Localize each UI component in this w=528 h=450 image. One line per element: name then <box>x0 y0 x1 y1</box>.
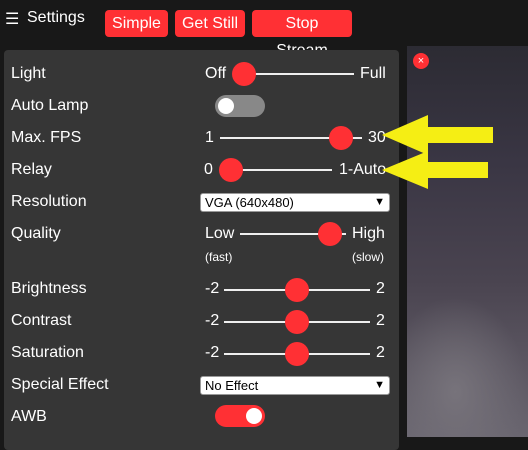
saturation-slider-thumb[interactable] <box>285 342 309 366</box>
max-fps-slider-thumb[interactable] <box>328 126 353 150</box>
chevron-down-icon: ▼ <box>374 379 385 391</box>
quality-slider-thumb[interactable] <box>318 222 342 246</box>
light-max-label: Full <box>360 65 386 82</box>
relay-slider-thumb[interactable] <box>219 158 243 182</box>
light-min-label: Off <box>205 65 227 82</box>
max-fps-max-label: 30 <box>368 129 386 146</box>
awb-toggle-knob <box>246 408 262 424</box>
max-fps-min-label: 1 <box>205 129 214 146</box>
max-fps-label: Max. FPS <box>11 129 82 146</box>
awb-toggle[interactable] <box>215 405 265 427</box>
relay-min-label: 0 <box>204 161 213 178</box>
resolution-select[interactable]: VGA (640x480) ▼ <box>200 193 390 212</box>
quality-label: Quality <box>11 225 61 242</box>
brightness-min-label: -2 <box>205 280 220 297</box>
quality-max-label: High <box>352 225 385 242</box>
resolution-label: Resolution <box>11 193 87 210</box>
relay-label: Relay <box>11 161 52 178</box>
saturation-min-label: -2 <box>205 344 220 361</box>
relay-max-label: 1-Auto <box>339 161 387 178</box>
menu-icon[interactable]: ☰ <box>5 9 19 29</box>
auto-lamp-toggle[interactable] <box>215 95 265 117</box>
stream-shading <box>407 296 528 437</box>
saturation-max-label: 2 <box>376 344 385 361</box>
stop-stream-button[interactable]: Stop Stream <box>252 10 352 59</box>
special-effect-select[interactable]: No Effect ▼ <box>200 376 390 395</box>
contrast-slider-thumb[interactable] <box>285 310 309 334</box>
settings-toggle-label[interactable]: Settings <box>27 9 85 27</box>
awb-label: AWB <box>11 408 47 425</box>
saturation-label: Saturation <box>11 344 84 361</box>
special-effect-select-value: No Effect <box>205 378 259 393</box>
light-label: Light <box>11 65 46 82</box>
quality-max-note: (slow) <box>352 250 384 264</box>
video-stream <box>407 46 528 437</box>
special-effect-label: Special Effect <box>11 376 109 393</box>
light-slider-thumb[interactable] <box>232 62 256 86</box>
brightness-max-label: 2 <box>376 280 385 297</box>
brightness-slider-thumb[interactable] <box>285 278 309 302</box>
get-still-button[interactable]: Get Still <box>175 10 245 37</box>
auto-lamp-toggle-knob <box>218 98 234 114</box>
contrast-max-label: 2 <box>376 312 385 329</box>
top-bar: ☰ Settings Simple Get Still Stop Stream <box>0 0 528 59</box>
quality-min-note: (fast) <box>205 250 233 264</box>
contrast-min-label: -2 <box>205 312 220 329</box>
chevron-down-icon: ▼ <box>374 196 385 208</box>
resolution-select-value: VGA (640x480) <box>205 195 294 210</box>
contrast-label: Contrast <box>11 312 72 329</box>
brightness-label: Brightness <box>11 280 87 297</box>
close-icon[interactable]: × <box>413 53 429 69</box>
auto-lamp-label: Auto Lamp <box>11 97 89 114</box>
simple-button[interactable]: Simple <box>105 10 168 37</box>
quality-min-label: Low <box>205 225 235 242</box>
